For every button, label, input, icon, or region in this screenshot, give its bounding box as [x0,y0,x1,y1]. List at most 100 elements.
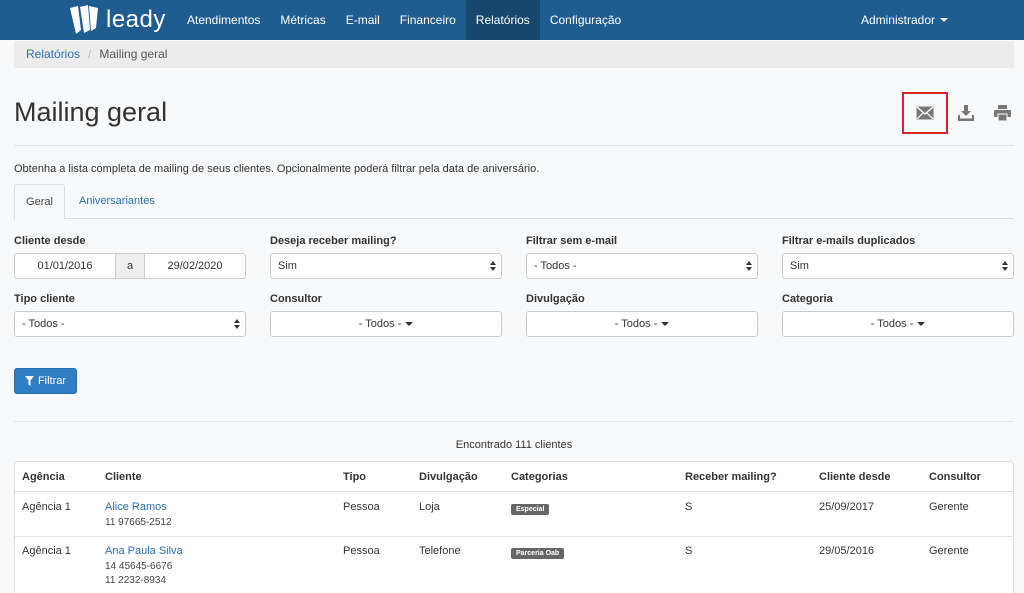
print-icon [993,105,1011,121]
date-range-separator: a [116,253,144,279]
top-navbar: leady Atendimentos Métricas E-mail Finan… [0,0,1024,40]
cell-cliente-desde: 25/09/2017 [819,501,875,513]
categoria-label: Categoria [782,293,833,305]
col-divulgacao: Divulgação [419,471,478,483]
cliente-desde-range: 01/01/2016 a 29/02/2020 [14,253,246,279]
page-title: Mailing geral [14,97,168,127]
col-cliente-desde: Cliente desde [819,471,891,483]
brand-logo[interactable]: leady [68,4,166,36]
caret-down-icon [940,18,948,22]
filter-button-label: Filtrar [37,375,67,387]
categoria-dropdown[interactable]: - Todos - [782,311,1014,337]
cell-agencia: Agência 1 [22,501,71,513]
client-link[interactable]: Alice Ramos [105,501,167,513]
receber-mailing-label: Deseja receber mailing? [270,235,397,247]
nav-atendimentos[interactable]: Atendimentos [177,0,270,40]
sem-email-select[interactable]: - Todos - [526,253,758,279]
filter-icon [24,376,34,386]
cell-cliente: Alice Ramos 11 97665-2512 [105,501,172,528]
nav-relatorios[interactable]: Relatórios [465,0,540,40]
client-link[interactable]: Ana Paula Silva [105,545,183,557]
tipo-cliente-select[interactable]: - Todos - [14,311,246,337]
date-to-input[interactable]: 29/02/2020 [144,253,246,279]
tab-aniversariantes[interactable]: Aniversariantes [67,184,167,219]
tab-geral[interactable]: Geral [14,184,65,220]
cell-cliente: Ana Paula Silva 14 45645-6676 11 2232-89… [105,545,183,586]
cell-divulgacao: Telefone [419,545,461,557]
category-badge: Especial [511,504,550,515]
report-tabs: Geral Aniversariantes [14,184,1014,220]
send-email-button[interactable] [902,92,948,134]
nav-configuracao[interactable]: Configuração [540,0,631,40]
divider [14,421,1014,422]
sem-email-label: Filtrar sem e-mail [526,235,618,247]
leady-logo-icon [70,5,98,34]
table-row: Agência 1 Ana Paula Silva 14 45645-6676 … [15,537,1013,593]
cell-tipo: Pessoa [343,501,380,513]
categoria-value: - Todos - [870,318,914,330]
col-categorias: Categorias [511,471,568,483]
col-tipo: Tipo [343,471,367,483]
duplicados-label: Filtrar e-mails duplicados [782,235,916,247]
col-agencia: Agência [22,471,65,483]
cell-consultor: Gerente [929,545,969,557]
results-table: Agência Cliente Tipo Divulgação Categori… [14,461,1014,593]
caret-down-icon [405,322,414,326]
cell-categorias: Especial [511,502,550,515]
nav-metricas[interactable]: Métricas [270,0,335,40]
email-icon [916,106,934,120]
download-button[interactable] [948,92,984,134]
divulgacao-value: - Todos - [614,318,658,330]
client-phone: 11 2232-8934 [105,575,166,586]
cell-cliente-desde: 29/05/2016 [819,545,875,557]
col-consultor: Consultor [929,471,981,483]
caret-down-icon [661,322,670,326]
filter-button[interactable]: Filtrar [14,368,77,394]
cell-agencia: Agência 1 [22,545,71,557]
cell-receber-mailing: S [685,545,693,557]
consultor-value: - Todos - [358,318,402,330]
caret-down-icon [917,322,926,326]
nav-financeiro[interactable]: Financeiro [390,0,466,40]
divulgacao-label: Divulgação [526,293,585,305]
divider [14,145,1014,146]
user-menu[interactable]: Administrador [861,0,948,40]
client-phone: 14 45645-6676 [105,561,173,572]
page-description: Obtenha a lista completa de mailing de s… [14,163,540,175]
duplicados-select[interactable]: Sim [782,253,1014,279]
user-name: Administrador [860,13,935,27]
select-arrows-icon [746,261,752,272]
tipo-cliente-value: - Todos - [22,318,65,330]
category-badge: Parceria Oab [511,548,565,559]
breadcrumb-relatorios[interactable]: Relatórios [26,41,80,68]
col-receber-mailing: Receber mailing? [685,471,777,483]
breadcrumb-separator: / [88,47,92,61]
table-row: Agência 1 Alice Ramos 11 97665-2512 Pess… [15,492,1013,537]
cell-receber-mailing: S [685,501,693,513]
select-arrows-icon [1002,261,1008,272]
col-cliente: Cliente [105,471,142,483]
cell-divulgacao: Loja [419,501,440,513]
receber-mailing-select[interactable]: Sim [270,253,502,279]
download-icon [958,105,974,121]
brand-name: leady [106,6,166,33]
divulgacao-dropdown[interactable]: - Todos - [526,311,758,337]
tipo-cliente-label: Tipo cliente [14,293,75,305]
results-count: Encontrado 111 clientes [455,439,573,451]
table-header: Agência Cliente Tipo Divulgação Categori… [15,462,1013,492]
cell-categorias: Parceria Oab [511,546,565,559]
nav-email[interactable]: E-mail [336,0,390,40]
breadcrumb: Relatórios / Mailing geral [14,41,1014,68]
print-button[interactable] [984,92,1020,134]
cell-consultor: Gerente [929,501,969,513]
cell-tipo: Pessoa [343,545,380,557]
consultor-dropdown[interactable]: - Todos - [270,311,502,337]
breadcrumb-current: Mailing geral [99,47,168,61]
client-phone: 11 97665-2512 [105,517,172,528]
sem-email-value: - Todos - [534,260,577,272]
duplicados-value: Sim [790,260,809,272]
receber-mailing-value: Sim [278,260,297,272]
select-arrows-icon [234,319,240,330]
main-nav: Atendimentos Métricas E-mail Financeiro … [177,0,631,40]
date-from-input[interactable]: 01/01/2016 [14,253,116,279]
